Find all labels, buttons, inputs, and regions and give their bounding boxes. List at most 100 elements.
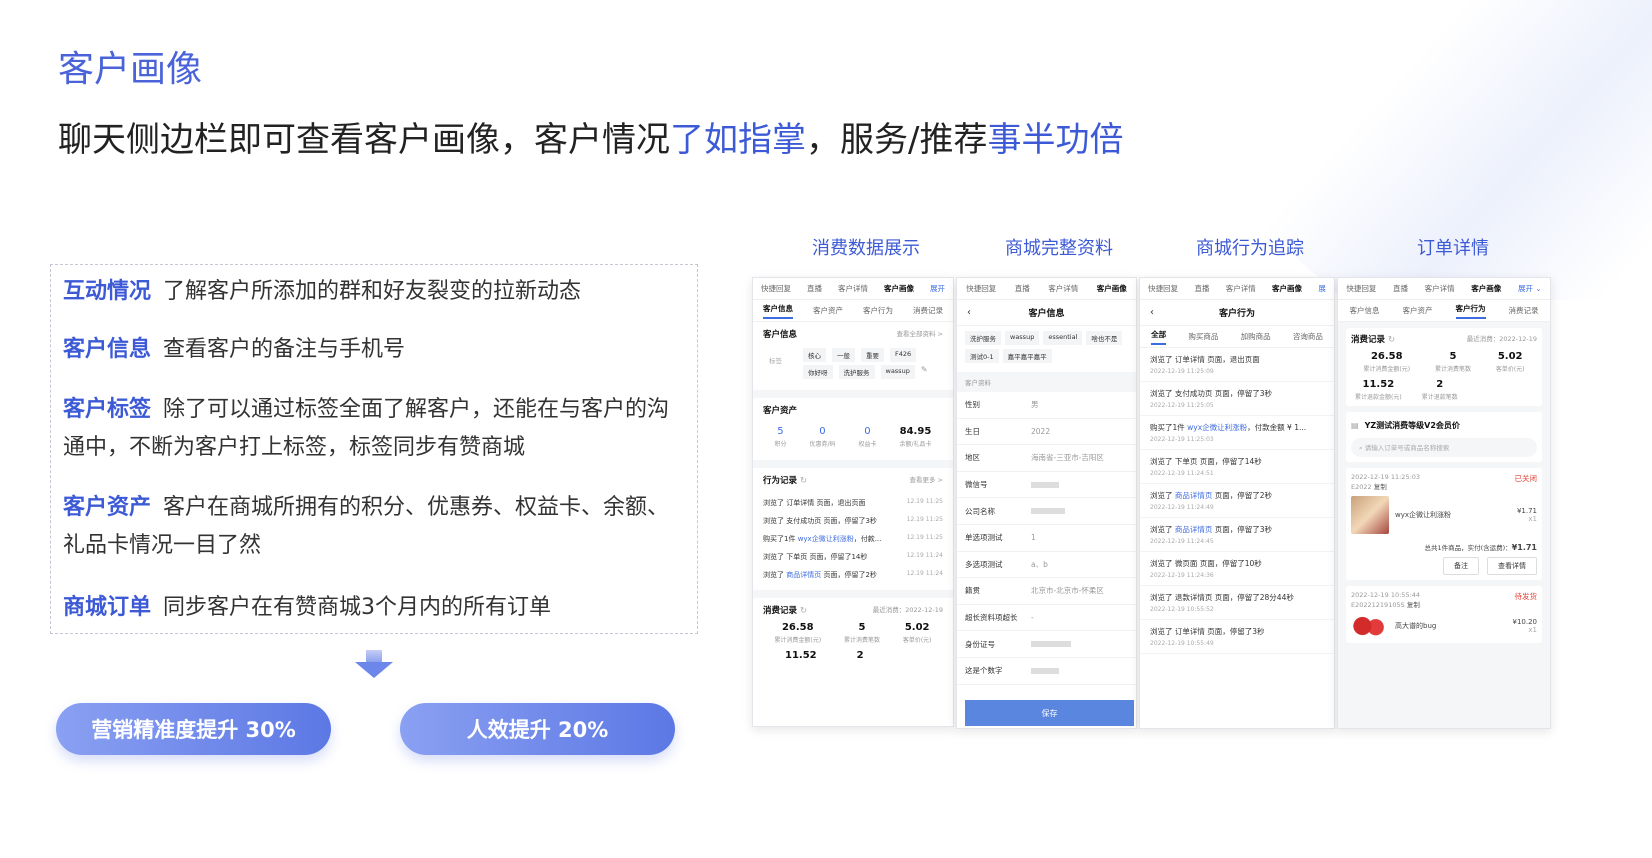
tab-customer-assets[interactable]: 客户资产 xyxy=(1403,305,1433,316)
asset-label: 优惠券/码 xyxy=(809,441,836,448)
view-more-link[interactable]: 查看更多 > xyxy=(909,474,943,486)
customer-info-section: 客户信息 查看全部资料 > 标签 核心 一般 重要 F426 你好呀 洗护服务 w… xyxy=(753,322,953,390)
feature-key: 客户资产 xyxy=(63,495,152,520)
field-row[interactable]: 身份证号 xyxy=(957,631,1136,658)
order-card: 2022-12-19 11:25:03 E2022 复制 已关闭 wyx企微让利涨粉… xyxy=(1346,468,1542,580)
feature-text: 同步客户在有赞商城3个月内的所有订单 xyxy=(163,595,552,620)
top-tab-bar: 快捷回复 直播 客户详情 客户画像 展开 ⌄ xyxy=(1338,278,1550,300)
filter-consult[interactable]: 咨询商品 xyxy=(1293,331,1323,342)
tab-live[interactable]: 直播 xyxy=(1015,283,1030,294)
note-button[interactable]: 备注 xyxy=(1443,557,1479,575)
field-row[interactable]: 这是个数字 xyxy=(957,658,1136,685)
field-row[interactable]: 籍贯 北京市-北京市-怀柔区 xyxy=(957,578,1136,605)
tab-quick-reply[interactable]: 快捷回复 xyxy=(1346,283,1376,294)
tab-customer-behavior[interactable]: 客户行为 xyxy=(863,305,893,316)
tab-customer-info[interactable]: 客户信息 xyxy=(763,303,793,319)
tab-live[interactable]: 直播 xyxy=(1393,283,1408,294)
field-row[interactable]: 微信号 xyxy=(957,472,1136,499)
tab-customer-detail[interactable]: 客户详情 xyxy=(1226,283,1256,294)
expand-button[interactable]: 展 xyxy=(1318,283,1326,294)
page-link[interactable]: 商品详情页 xyxy=(1175,525,1213,534)
event-row: 浏览了 下单页 页面，停留了14秒 2022-12-19 11:24:51 xyxy=(1140,450,1334,484)
page-title: 客户画像 xyxy=(58,49,203,90)
edit-icon[interactable]: ✎ xyxy=(921,365,928,379)
copy-button[interactable]: 复制 xyxy=(1407,601,1420,609)
field-row[interactable]: 多选项测试 a、b xyxy=(957,552,1136,579)
product-link[interactable]: wyx企微让利涨粉 xyxy=(798,535,854,543)
tab-customer-behavior[interactable]: 客户行为 xyxy=(1455,303,1486,319)
tab-customer-assets[interactable]: 客户资产 xyxy=(813,305,843,316)
stat-item: 5.02 客单价(元) xyxy=(902,622,932,644)
feature-item: 客户信息 查看客户的备注与手机号 xyxy=(63,331,683,369)
view-detail-button[interactable]: 查看详情 xyxy=(1487,557,1537,575)
field-row[interactable]: 性别男 xyxy=(957,392,1136,419)
asset-item[interactable]: 84.95 余额/礼品卡 xyxy=(899,426,931,448)
subtitle-part: 聊天侧边栏即可查看客户画像，客户情况 xyxy=(58,120,670,160)
tab-live[interactable]: 直播 xyxy=(1194,283,1209,294)
tab-customer-detail[interactable]: 客户详情 xyxy=(1425,283,1455,294)
event-row: 浏览了 支付成功页 页面，停留了3秒 2022-12-19 11:25:05 xyxy=(1140,382,1334,416)
event-row: 购买了1件 wyx企微让利涨粉，付款金额 ¥ 1... 2022-12-19 11… xyxy=(1140,416,1334,450)
top-tab-bar: 快捷回复 直播 客户详情 客户画像 xyxy=(957,278,1136,300)
asset-label: 权益卡 xyxy=(858,441,877,448)
expand-button[interactable]: 展开 ⌄ xyxy=(1518,283,1542,294)
sub-tab-bar: 客户信息 客户资产 客户行为 消费记录 xyxy=(753,300,953,322)
customer-tag: essential xyxy=(1043,331,1083,345)
section-title: 客户资产 xyxy=(763,406,798,416)
view-all-link[interactable]: 查看全部资料 > xyxy=(896,328,943,340)
stat-value: 11.52 xyxy=(785,650,817,661)
tab-customer-detail[interactable]: 客户详情 xyxy=(838,283,868,294)
section-title: 消费记录 ↻ xyxy=(763,606,808,616)
log-row: 购买了1件 wyx企微让利涨粉，付款... 12.19 11:25 xyxy=(763,534,943,543)
tab-customer-profile[interactable]: 客户画像 xyxy=(1272,283,1302,294)
page-link[interactable]: 商品详情页 xyxy=(1175,491,1213,500)
customer-tag: 你好呀 xyxy=(803,365,833,379)
feature-key: 客户信息 xyxy=(63,337,152,362)
expand-button[interactable]: 展开 xyxy=(930,283,945,294)
tab-customer-profile[interactable]: 客户画像 xyxy=(1471,283,1501,294)
save-button[interactable]: 保存 xyxy=(965,700,1134,726)
tab-consumption-records[interactable]: 消费记录 xyxy=(913,305,943,316)
back-icon[interactable]: ‹ xyxy=(1150,307,1154,318)
tab-live[interactable]: 直播 xyxy=(807,283,822,294)
tab-consumption-records[interactable]: 消费记录 xyxy=(1509,305,1539,316)
stat-item: 5 累计消费笔数 xyxy=(843,622,880,644)
tab-customer-profile[interactable]: 客户画像 xyxy=(1097,283,1127,294)
sub-tab-bar: 客户信息 客户资产 客户行为 消费记录 xyxy=(1338,300,1550,322)
tab-customer-info[interactable]: 客户信息 xyxy=(1350,305,1380,316)
field-row[interactable]: 单选项测试 1 xyxy=(957,525,1136,552)
tab-customer-detail[interactable]: 客户详情 xyxy=(1048,283,1078,294)
order-search-input[interactable]: ⌕ 请输入订单号或商品名称搜索 xyxy=(1351,438,1537,457)
asset-item[interactable]: 0 优惠券/码 xyxy=(809,426,835,448)
field-row[interactable]: 公司名称 xyxy=(957,498,1136,525)
copy-button[interactable]: 复制 xyxy=(1374,483,1387,491)
tab-quick-reply[interactable]: 快捷回复 xyxy=(761,283,791,294)
tab-quick-reply[interactable]: 快捷回复 xyxy=(1148,283,1178,294)
customer-tag: 核心 xyxy=(803,348,826,362)
field-row[interactable]: 超长资料项超长 - xyxy=(957,605,1136,632)
section-title: 客户信息 xyxy=(763,330,798,340)
asset-value: 0 xyxy=(864,426,871,437)
product-link[interactable]: wyx企微让利涨粉 xyxy=(1187,423,1247,432)
customer-tag: 啥也不是 xyxy=(1086,331,1123,345)
asset-item[interactable]: 0 权益卡 xyxy=(858,426,876,448)
asset-item[interactable]: 5 积分 xyxy=(774,426,786,448)
tab-quick-reply[interactable]: 快捷回复 xyxy=(966,283,996,294)
filter-cart[interactable]: 加购商品 xyxy=(1241,331,1271,342)
member-icon: ▤ xyxy=(1351,421,1359,430)
log-row: 浏览了 订单详情 页面，退出页面 12.19 11:25 xyxy=(763,498,943,507)
refresh-icon: ↻ xyxy=(799,606,808,616)
filter-all[interactable]: 全部 xyxy=(1151,329,1167,345)
back-icon[interactable]: ‹ xyxy=(967,307,971,318)
screenshot-caption: 订单详情 xyxy=(1417,238,1489,259)
redacted-value xyxy=(1031,508,1065,515)
filter-purchase[interactable]: 购买商品 xyxy=(1188,331,1218,342)
feature-list: 互动情况 了解客户所添加的群和好友裂变的拉新动态 客户信息 查看客户的备注与手机号 … xyxy=(50,264,698,634)
field-row[interactable]: 地区 海南省-三亚市-吉阳区 xyxy=(957,445,1136,472)
customer-tag: 洗护服务 xyxy=(838,365,875,379)
customer-tag: 洗护服务 xyxy=(965,331,1001,345)
page-header: ‹ 客户信息 xyxy=(957,300,1136,326)
field-row[interactable]: 生日 2022 xyxy=(957,419,1136,446)
tab-customer-profile[interactable]: 客户画像 xyxy=(884,283,914,294)
page-link[interactable]: 商品详情页 xyxy=(786,571,821,579)
